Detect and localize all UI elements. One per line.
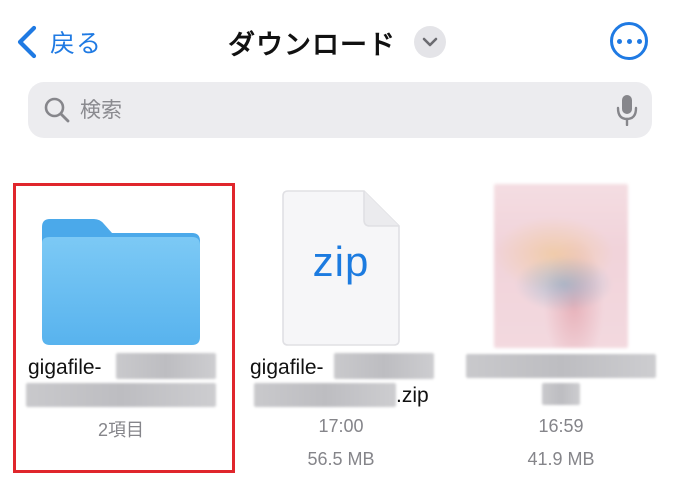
files-app-screen: 戻る ダウンロード 検索 gigafile- 2項目 zip gigafile-…: [0, 0, 682, 492]
folder-name: gigafile-: [28, 356, 102, 379]
title-chevron-button[interactable]: [414, 26, 446, 58]
redacted-name-segment: [254, 383, 396, 407]
zip-icon-label: zip: [312, 238, 370, 285]
more-icon-dot: [626, 38, 632, 44]
back-button[interactable]: 戻る: [14, 22, 102, 62]
more-icon-dot: [616, 38, 622, 44]
folder-item-count: 2項目: [97, 420, 144, 440]
zip-file-name: gigafile-: [250, 356, 324, 379]
title-menu[interactable]: ダウンロード: [228, 20, 446, 64]
chevron-left-icon: [17, 25, 37, 59]
more-button[interactable]: [610, 22, 648, 60]
redacted-name-segment: [116, 353, 216, 379]
search-bar[interactable]: [28, 82, 652, 138]
zip-file-extension: .zip: [396, 384, 429, 407]
back-label: 戻る: [50, 29, 103, 58]
image-file-size: 41.9 MB: [527, 449, 595, 469]
zip-file-time: 17:00: [318, 416, 364, 436]
search-input[interactable]: [80, 98, 616, 122]
redacted-name-segment: [334, 353, 434, 379]
image-file-time: 16:59: [538, 416, 584, 436]
page-title: ダウンロード: [228, 29, 396, 61]
zip-file-size: 56.5 MB: [307, 449, 375, 469]
redacted-name-segment: [542, 383, 580, 405]
folder-icon: [42, 219, 200, 345]
more-icon-dot: [636, 38, 642, 44]
redacted-name-segment: [26, 383, 216, 407]
chevron-down-icon: [422, 37, 438, 47]
search-icon: [44, 97, 70, 123]
image-thumbnail: [494, 184, 628, 348]
microphone-icon[interactable]: [616, 94, 638, 126]
redacted-name-segment: [466, 354, 656, 378]
